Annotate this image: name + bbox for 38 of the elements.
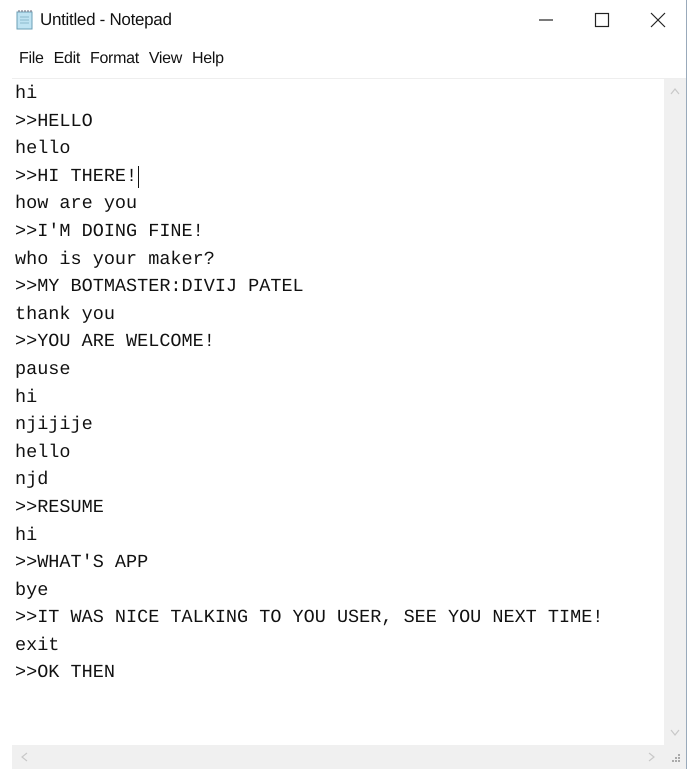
menu-item[interactable]: View (148, 48, 184, 70)
text-line: hi (15, 82, 38, 106)
text-line: >>HELLO (15, 110, 93, 134)
text-line: njijije (15, 413, 93, 438)
text-line: pause (15, 358, 71, 382)
scroll-down-icon[interactable] (670, 729, 680, 737)
text-line: hello (15, 440, 71, 465)
text-line: hello (15, 137, 71, 162)
text-line: hi (15, 386, 38, 410)
horizontal-scrollbar[interactable] (12, 745, 664, 769)
text-line: who is your maker? (15, 248, 215, 272)
scroll-left-icon[interactable] (20, 752, 28, 762)
vertical-scrollbar[interactable] (664, 79, 686, 745)
scroll-right-icon[interactable] (648, 752, 656, 762)
menu-item[interactable]: File (18, 48, 45, 70)
text-line: >>OK THEN (15, 661, 115, 686)
text-line: exit (15, 634, 60, 658)
menu-item[interactable]: Help (191, 48, 225, 70)
text-line: njd (15, 468, 48, 492)
text-line: how are you (15, 192, 138, 216)
minimize-icon (539, 19, 553, 21)
menu-item[interactable]: Format (88, 48, 140, 70)
maximize-icon (594, 12, 610, 28)
text-line: >>MY BOTMASTER:DIVIJ PATEL (15, 275, 304, 300)
notepad-icon (16, 10, 34, 30)
scroll-up-icon[interactable] (670, 87, 680, 95)
text-line: >>WHAT'S APP (15, 551, 148, 576)
close-icon (650, 12, 666, 28)
text-line: >>IT WAS NICE TALKING TO YOU USER, SEE YOU NEXT TIME! (15, 606, 604, 630)
text-line: >>YOU ARE WELCOME! (15, 330, 215, 354)
text-line: >>HI THERE! (15, 164, 138, 189)
menu-item[interactable]: Edit (52, 48, 81, 70)
text-line: hi (15, 524, 38, 548)
window-title: Untitled - Notepad (40, 10, 172, 30)
text-line: >>I'M DOING FINE! (15, 220, 204, 244)
text-line: >>RESUME (15, 496, 104, 520)
text-line: bye (15, 578, 48, 603)
text-line: thank you (15, 302, 115, 327)
